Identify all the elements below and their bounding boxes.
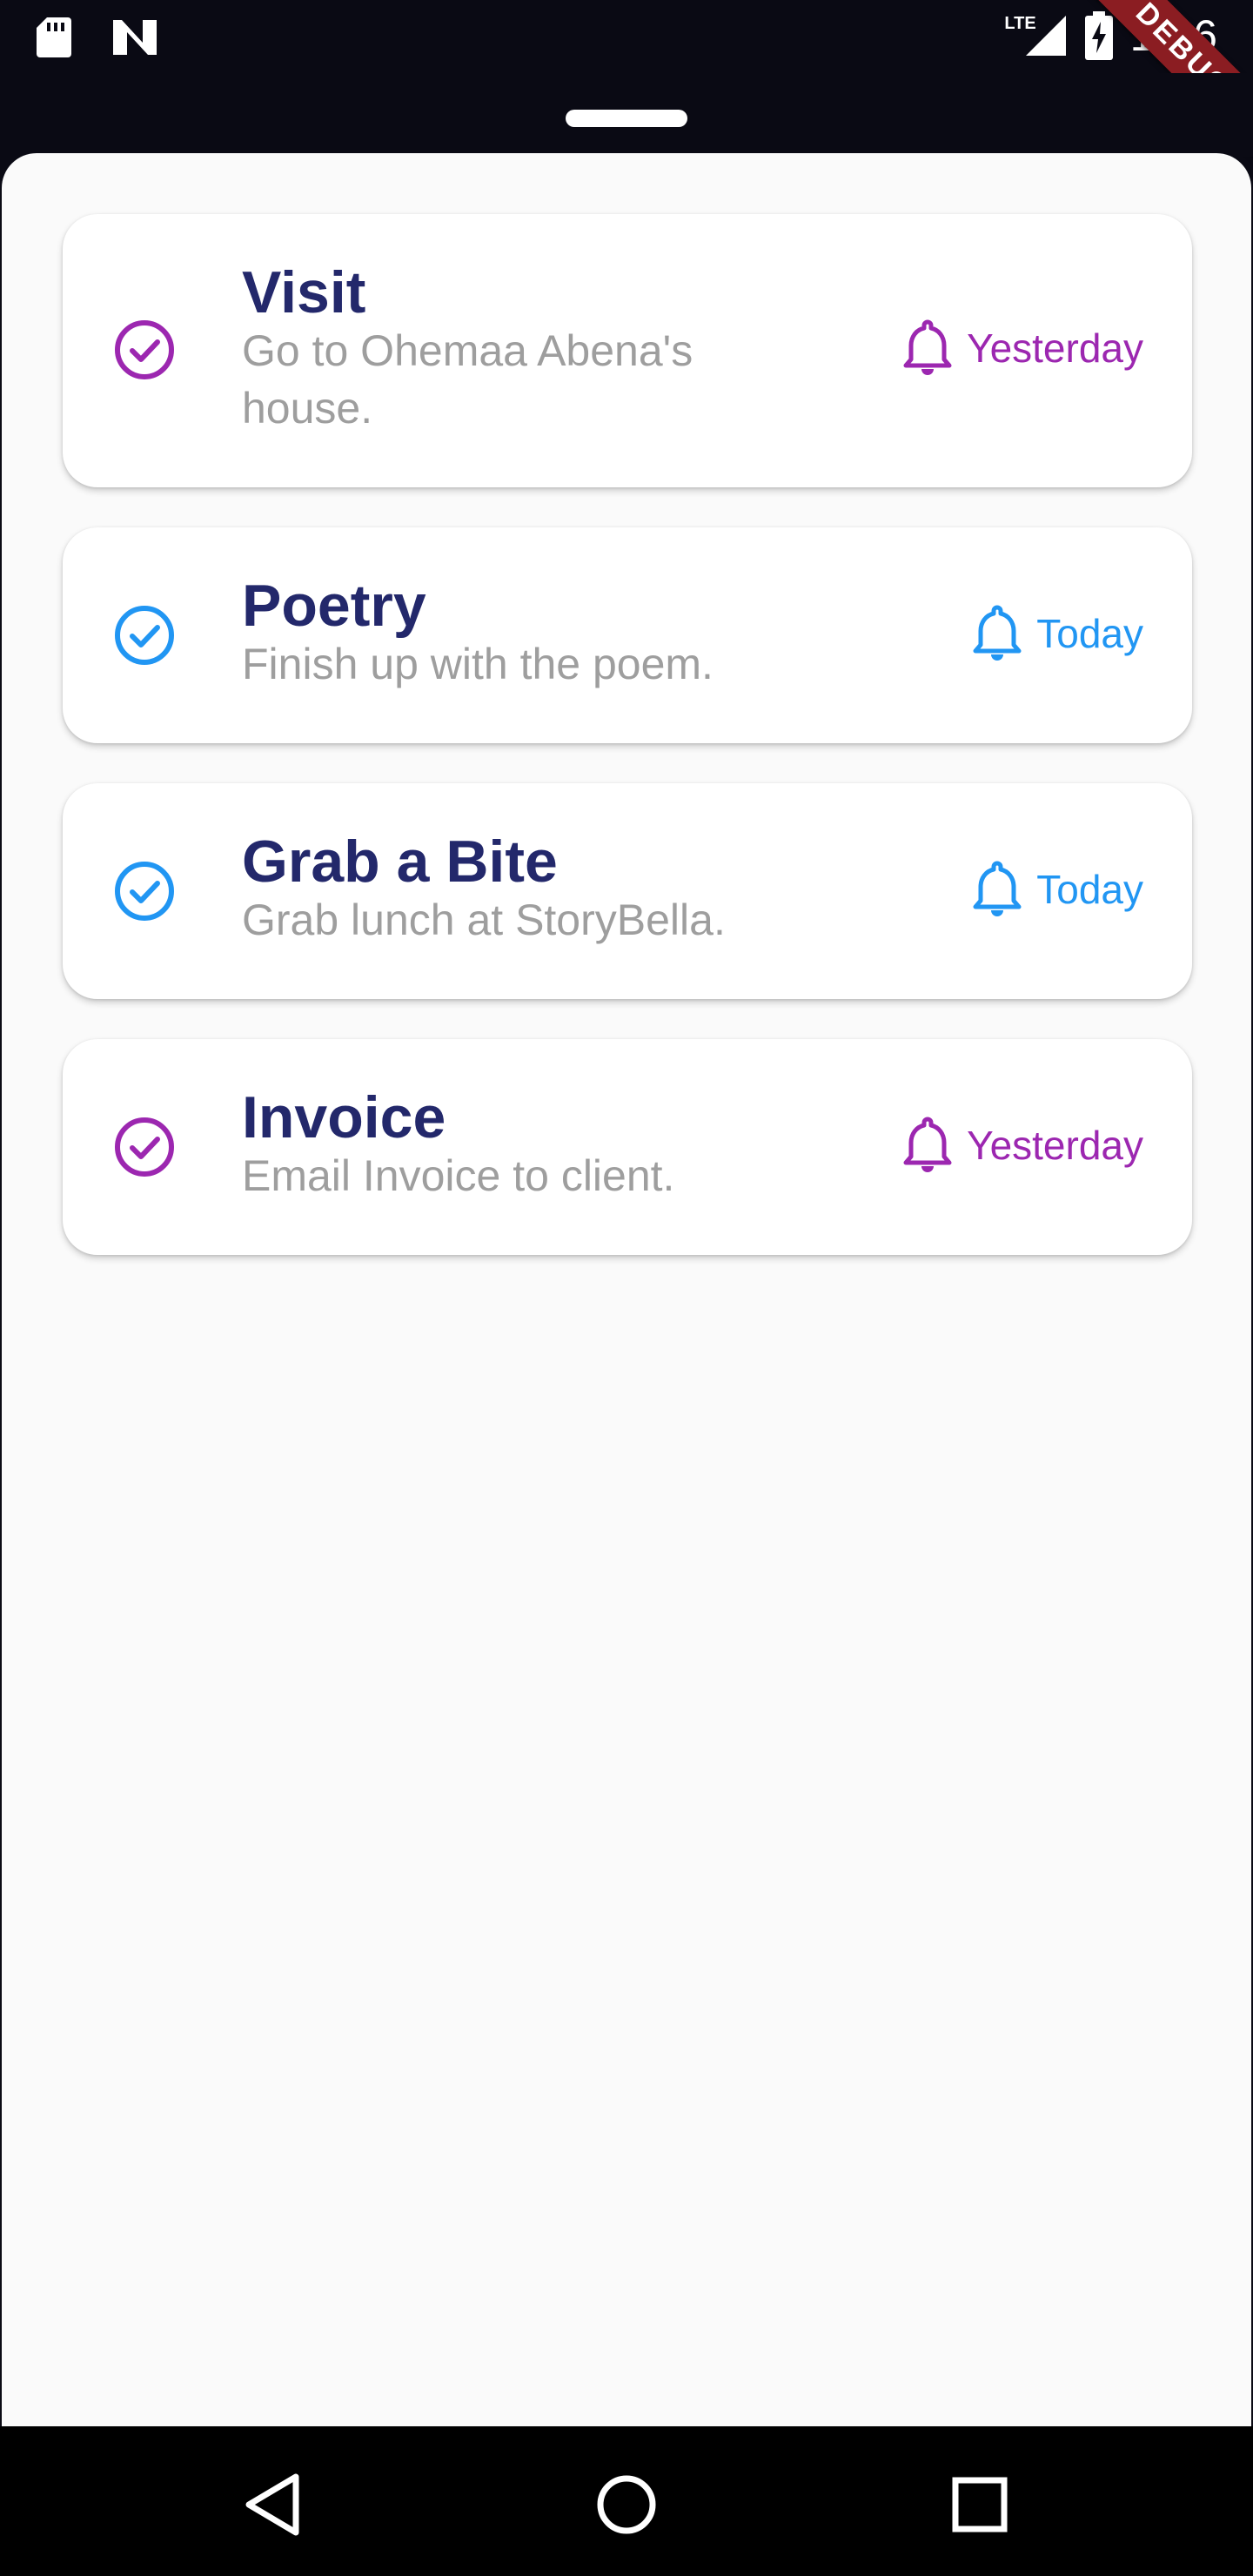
task-reminder[interactable]: Yesterday (899, 317, 1143, 379)
reminder-label: Today (1036, 867, 1143, 912)
check-circle-icon[interactable] (113, 860, 176, 922)
task-reminder[interactable]: Yesterday (899, 1114, 1143, 1177)
no-signal-n-icon (113, 20, 157, 55)
task-description: Go to Ohemaa Abena's house. (242, 326, 694, 433)
sheet-handle-area[interactable] (0, 73, 1253, 157)
task-reminder[interactable]: Today (968, 602, 1143, 665)
reminder-label: Today (1036, 611, 1143, 656)
status-left-icons (35, 16, 158, 59)
task-description: Email Invoice to client. (242, 1151, 675, 1200)
status-bar: LTE 1:26 DEBUG (0, 0, 1253, 185)
bell-icon (973, 861, 1022, 916)
drag-handle[interactable] (566, 110, 687, 127)
reminder-label: Yesterday (967, 325, 1143, 371)
sd-card-icon (37, 17, 71, 57)
network-type-label: LTE (1004, 13, 1036, 33)
task-sheet: Visit Go to Ohemaa Abena's house. Yester… (2, 153, 1251, 2426)
home-icon[interactable] (592, 2470, 661, 2539)
task-card-poetry[interactable]: Poetry Finish up with the poem. Today (63, 527, 1192, 743)
task-card-invoice[interactable]: Invoice Email Invoice to client. Yesterd… (63, 1039, 1192, 1255)
task-title: Poetry (242, 573, 426, 639)
task-description: Finish up with the poem. (242, 640, 714, 688)
task-title: Grab a Bite (242, 828, 558, 895)
task-title: Visit (242, 259, 366, 325)
check-circle-icon[interactable] (113, 319, 176, 381)
bell-icon (903, 319, 952, 375)
battery-charging-icon (1084, 11, 1113, 60)
check-circle-icon[interactable] (113, 604, 176, 667)
task-title: Invoice (242, 1084, 446, 1150)
check-circle-icon[interactable] (113, 1116, 176, 1178)
task-card-grab-a-bite[interactable]: Grab a Bite Grab lunch at StoryBella. To… (63, 783, 1192, 999)
task-description: Grab lunch at StoryBella. (242, 896, 726, 944)
recents-icon[interactable] (945, 2470, 1015, 2539)
bell-icon (903, 1117, 952, 1172)
task-card-visit[interactable]: Visit Go to Ohemaa Abena's house. Yester… (63, 214, 1192, 487)
back-icon[interactable] (240, 2470, 310, 2539)
system-nav-bar (0, 2426, 1253, 2576)
reminder-label: Yesterday (967, 1123, 1143, 1168)
task-reminder[interactable]: Today (968, 858, 1143, 921)
bell-icon (973, 605, 1022, 661)
